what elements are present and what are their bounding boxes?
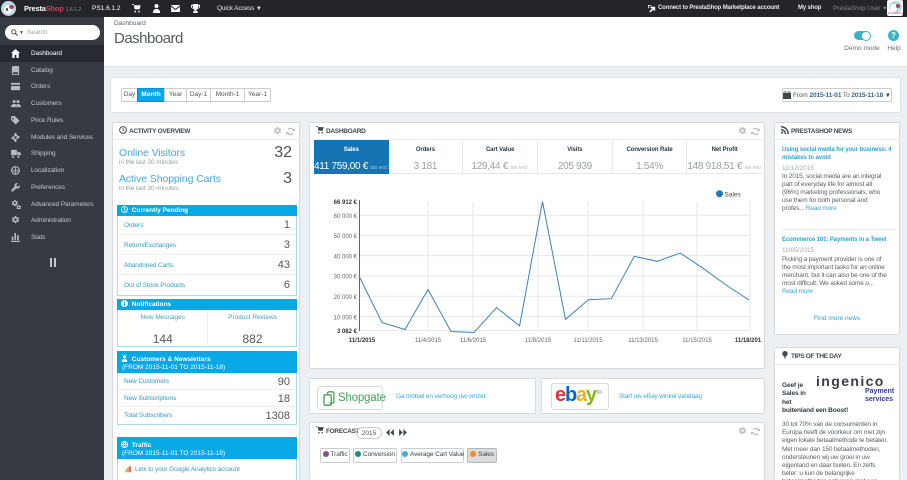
svg-text:11/13/2015: 11/13/2015: [628, 338, 658, 344]
svg-text:60 000 €: 60 000 €: [334, 214, 358, 220]
svg-text:Sales: Sales: [725, 192, 742, 199]
svg-text:11/1/2015: 11/1/2015: [349, 338, 376, 344]
svg-text:3 082 €: 3 082 €: [337, 329, 358, 335]
svg-text:11/11/2015: 11/11/2015: [573, 338, 603, 344]
svg-text:10 000 €: 10 000 €: [334, 316, 358, 322]
svg-text:11/4/2015: 11/4/2015: [415, 338, 442, 344]
svg-text:11/18/201: 11/18/201: [735, 338, 762, 344]
svg-text:40 000 €: 40 000 €: [334, 255, 358, 261]
svg-text:11/6/2015: 11/6/2015: [460, 338, 487, 344]
svg-text:30 000 €: 30 000 €: [334, 275, 358, 281]
svg-text:20 000 €: 20 000 €: [334, 295, 358, 301]
svg-text:66 912 €: 66 912 €: [334, 200, 358, 206]
svg-text:11/8/2015: 11/8/2015: [525, 338, 552, 344]
svg-text:11/15/2015: 11/15/2015: [682, 338, 712, 344]
svg-text:50 000 €: 50 000 €: [334, 234, 358, 240]
